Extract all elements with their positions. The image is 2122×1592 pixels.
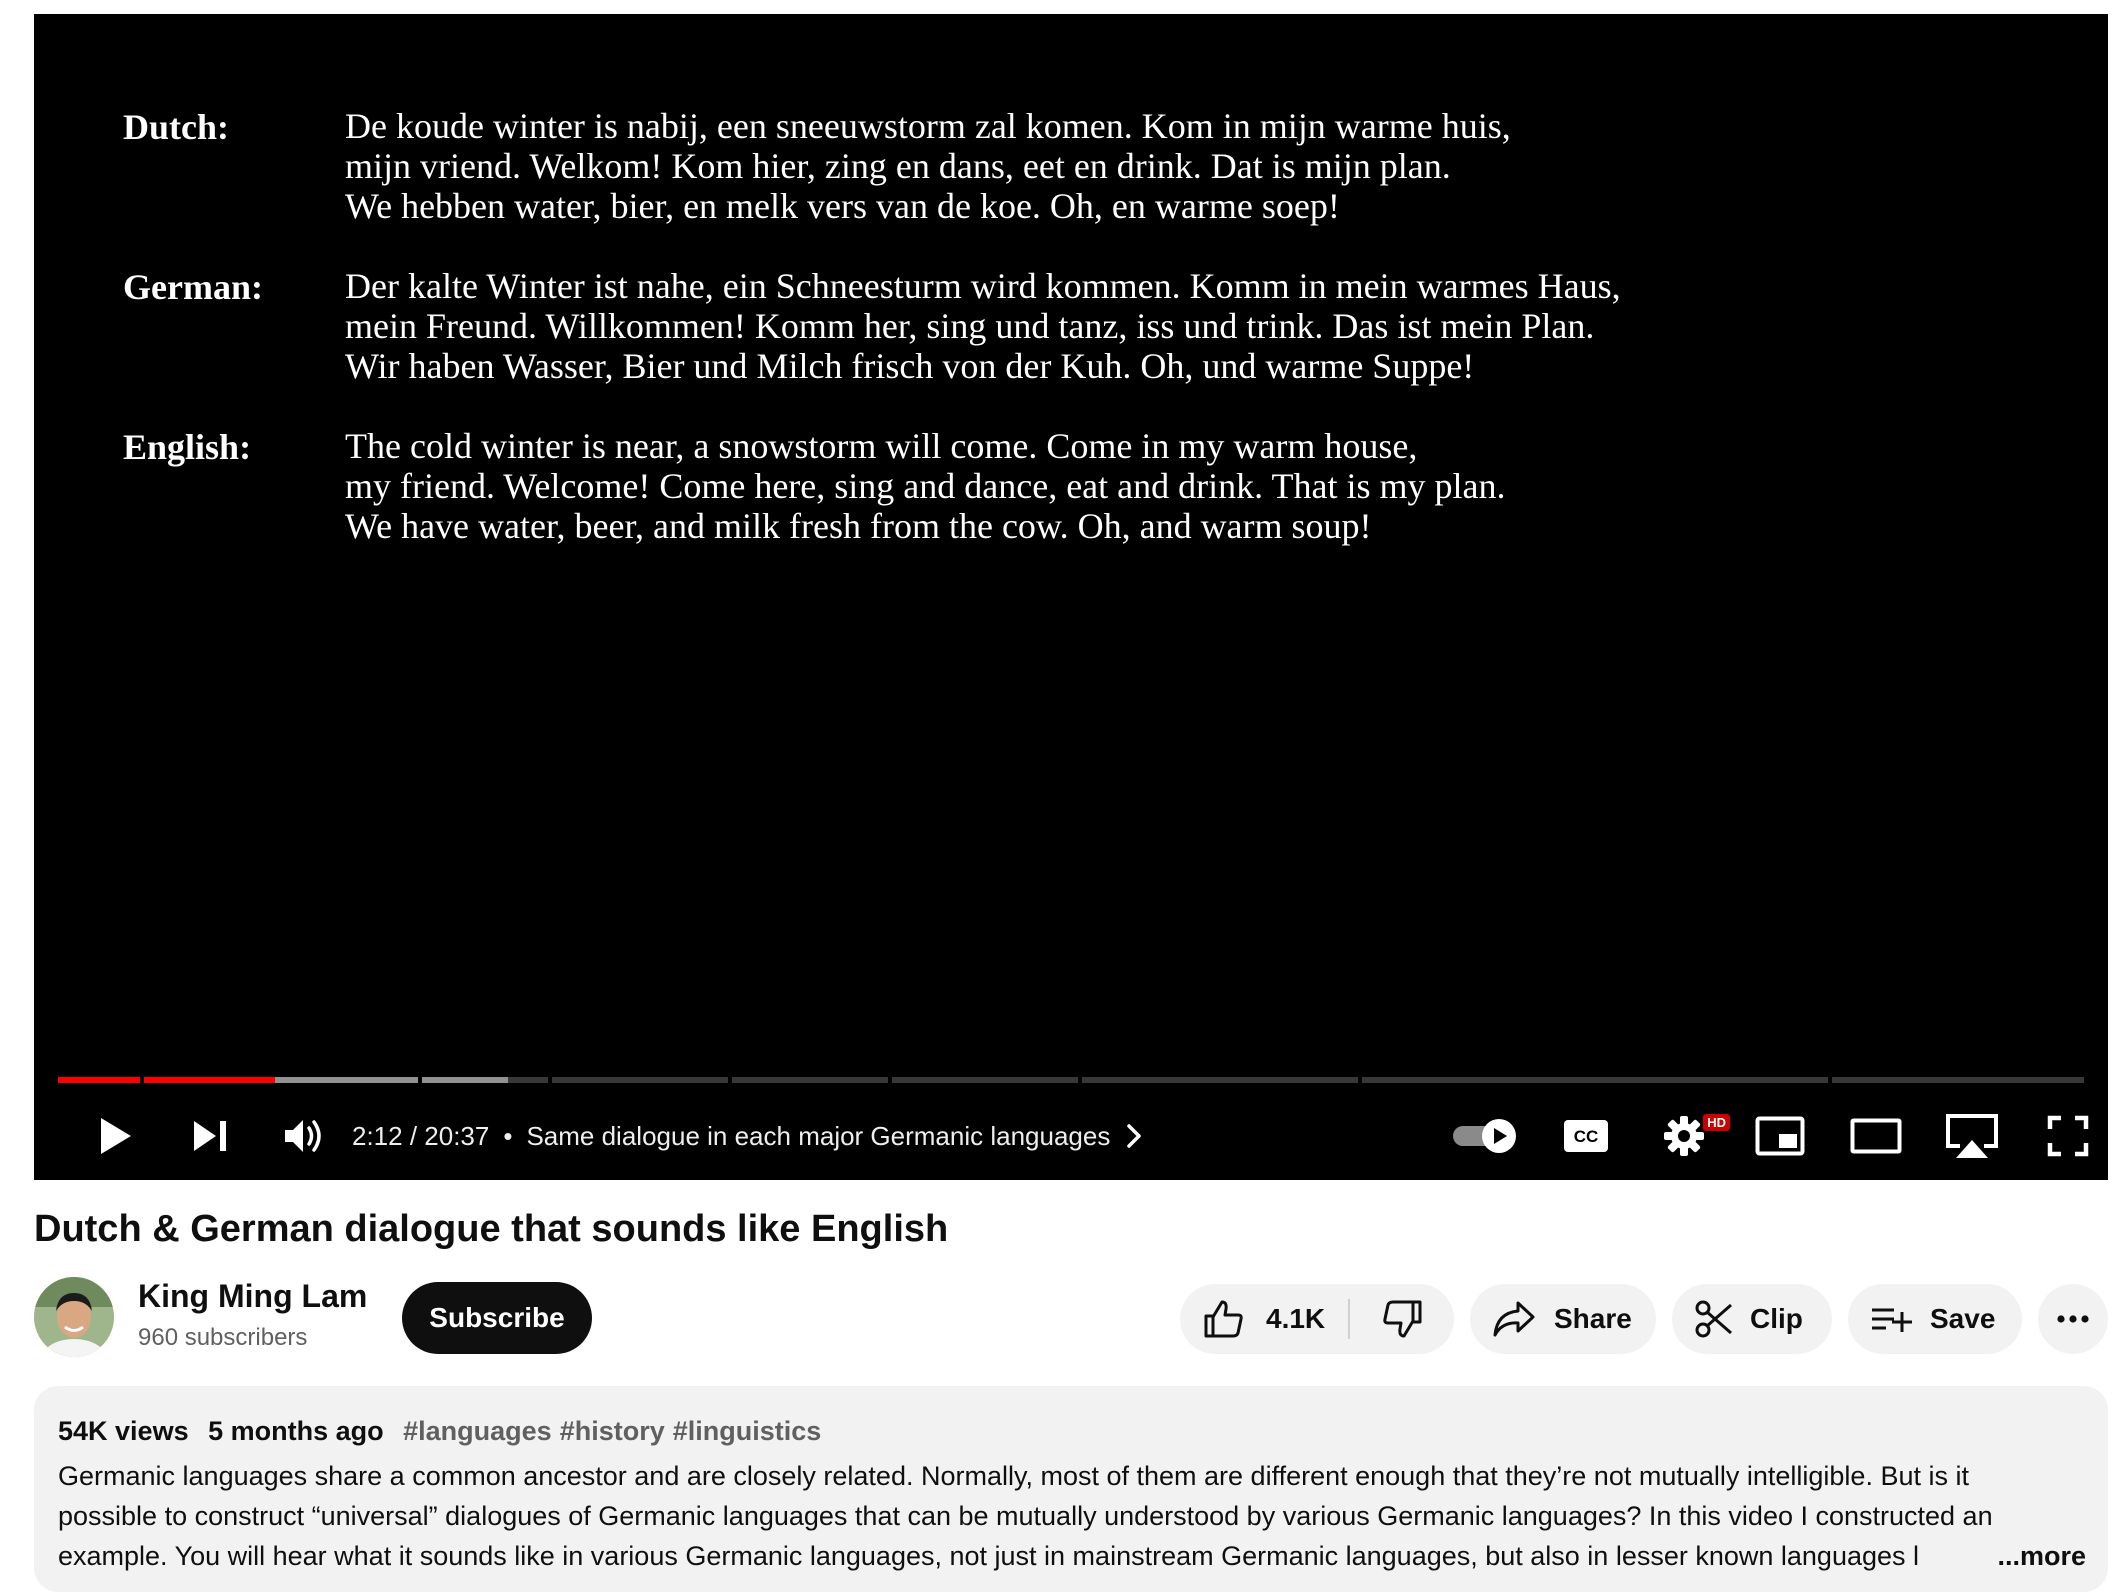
clip-button[interactable]: Clip [1672,1284,1832,1354]
airplay-button[interactable] [1932,1104,2012,1168]
fullscreen-icon [2047,1115,2089,1157]
upload-age: 5 months ago [208,1416,384,1446]
video-player[interactable]: Dutch: De koude winter is nabij, een sne… [34,14,2108,1180]
dialogue-line: The cold winter is near, a snowstorm wil… [345,426,1418,466]
autoplay-toggle-icon [1453,1119,1516,1153]
save-button[interactable]: Save [1848,1284,2022,1354]
chapter-segment[interactable] [144,1077,418,1083]
hashtag[interactable]: #languages [403,1416,552,1446]
share-label: Share [1554,1303,1632,1334]
more-horizontal-icon [2057,1315,2089,1323]
more-actions-button[interactable] [2038,1284,2108,1354]
volume-button[interactable] [268,1104,340,1168]
dialogue-text: De koude winter is nabij, een sneeuwstor… [345,106,1511,226]
dialogue-line: Wir haben Wasser, Bier und Milch frisch … [345,346,1475,386]
chapter-segment[interactable] [1832,1077,2084,1083]
buffered-fill [422,1077,508,1083]
hashtag[interactable]: #history [560,1416,665,1446]
thumbs-down-icon [1383,1300,1422,1338]
dialogue-line: De koude winter is nabij, een sneeuwstor… [345,106,1511,146]
played-fill [58,1077,140,1083]
playlist-add-icon [1872,1308,1912,1332]
fullscreen-button[interactable] [2028,1104,2108,1168]
next-button[interactable] [174,1104,246,1168]
language-label: German: [123,267,263,307]
view-count: 54K views [58,1416,189,1446]
chapter-segment[interactable] [1082,1077,1358,1083]
thumbs-up-icon [1204,1300,1243,1338]
play-icon [101,1118,131,1154]
time-chapter-display: 2:12 / 20:37 • Same dialogue in each maj… [352,1104,1144,1168]
progress-bar[interactable] [58,1077,2084,1083]
hashtag[interactable]: #linguistics [673,1416,822,1446]
like-button[interactable]: 4.1K [1180,1284,1348,1354]
chapter-separator: • [503,1120,513,1151]
chapter-segment[interactable] [1362,1077,1828,1083]
chapter-segment[interactable] [422,1077,548,1083]
dialogue-line: my friend. Welcome! Come here, sing and … [345,466,1506,506]
channel-name[interactable]: King Ming Lam [138,1278,367,1315]
subscribe-button[interactable]: Subscribe [402,1282,592,1354]
time-display: 2:12 / 20:37 [352,1120,490,1151]
dialogue-line: We hebben water, bier, en melk vers van … [345,186,1340,226]
description-box[interactable]: 54K views 5 months ago #languages #histor… [34,1386,2108,1592]
chapter-segment[interactable] [892,1077,1078,1083]
show-more-link[interactable]: ...more [1997,1541,2086,1572]
like-dislike-group: 4.1K [1180,1284,1454,1354]
miniplayer-icon [1755,1116,1805,1156]
chapter-segment[interactable] [58,1077,140,1083]
video-frame[interactable]: Dutch: De koude winter is nabij, een sne… [34,14,2108,1054]
dialogue-line: Der kalte Winter ist nahe, ein Schneestu… [345,266,1621,306]
captions-button[interactable]: CC [1546,1104,1626,1168]
dislike-button[interactable] [1350,1284,1454,1354]
share-arrow-icon [1493,1301,1535,1337]
gear-icon [1664,1116,1704,1156]
video-title: Dutch & German dialogue that sounds like… [34,1208,949,1250]
description-meta: 54K views 5 months ago #languages #histor… [58,1416,829,1447]
avatar[interactable] [34,1277,114,1357]
save-label: Save [1930,1303,1996,1334]
chapter-segment[interactable] [732,1077,888,1083]
dialogue-text: Der kalte Winter ist nahe, ein Schneestu… [345,266,1621,386]
chevron-right-icon[interactable] [1124,1122,1144,1150]
volume-icon [285,1120,321,1152]
dialogue-line: mijn vriend. Welkom! Kom hier, zing en d… [345,146,1451,186]
channel-avatar-image [34,1277,114,1357]
svg-text:CC: CC [1574,1127,1599,1146]
dialogue-line: mein Freund. Willkommen! Komm her, sing … [345,306,1595,346]
clip-label: Clip [1750,1303,1803,1334]
played-fill [144,1077,275,1083]
dialogue-text: The cold winter is near, a snowstorm wil… [345,426,1505,546]
theater-mode-button[interactable] [1836,1104,1916,1168]
description-line: possible to construct “universal” dialog… [58,1501,1993,1531]
language-label: English: [123,427,252,467]
airplay-icon [1946,1114,1998,1158]
share-button[interactable]: Share [1470,1284,1656,1354]
chapter-segment[interactable] [552,1077,728,1083]
subscriber-count: 960 subscribers [138,1324,308,1351]
description-text: Germanic languages share a common ancest… [58,1456,2088,1576]
miniplayer-button[interactable] [1740,1104,1820,1168]
like-count: 4.1K [1266,1303,1326,1334]
autoplay-toggle[interactable] [1446,1104,1526,1168]
description-line: example. You will hear what it sounds li… [58,1541,1920,1571]
play-button[interactable] [80,1104,152,1168]
player-controls: 2:12 / 20:37 • Same dialogue in each maj… [34,1104,2108,1168]
chapter-title[interactable]: Same dialogue in each major Germanic lan… [526,1121,1110,1152]
next-icon [194,1121,226,1151]
scissors-icon [1695,1300,1732,1338]
settings-button[interactable]: HD [1644,1104,1730,1168]
cc-icon: CC [1564,1120,1608,1152]
language-label: Dutch: [123,107,229,147]
hd-badge: HD [1703,1114,1730,1131]
description-line: Germanic languages share a common ancest… [58,1461,1969,1491]
theater-mode-icon [1850,1118,1902,1154]
description-more-wrap: ...more [1947,1536,2086,1576]
dialogue-line: We have water, beer, and milk fresh from… [345,506,1372,546]
